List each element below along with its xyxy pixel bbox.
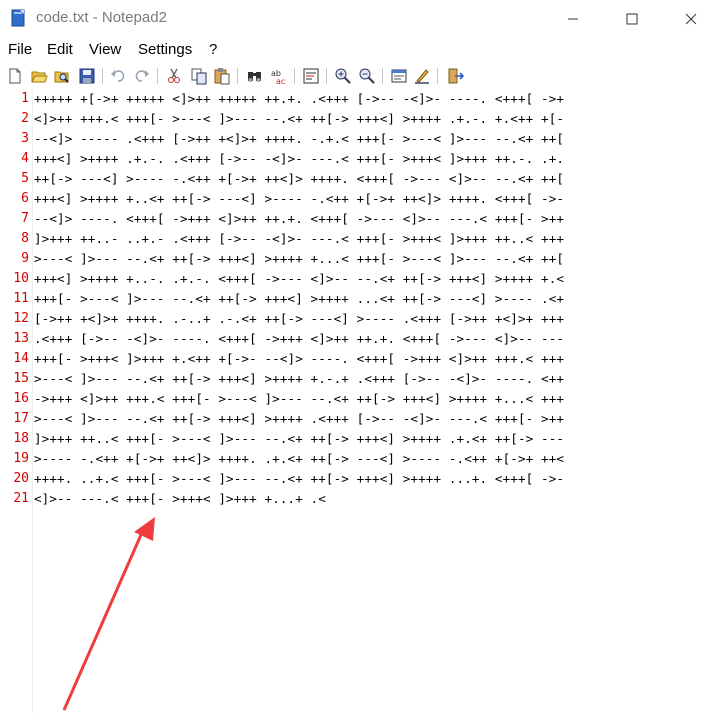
menu-edit[interactable]: Edit xyxy=(47,41,73,58)
line-number: 6 xyxy=(21,191,29,206)
line-number: 8 xyxy=(21,231,29,246)
scheme-icon[interactable] xyxy=(390,67,408,85)
line-number: 2 xyxy=(21,111,29,126)
maximize-icon xyxy=(626,13,638,25)
menu-file[interactable]: File xyxy=(8,41,32,58)
title-bar[interactable]: code.txt - Notepad2 xyxy=(0,0,722,38)
notepad-app-icon xyxy=(11,9,25,27)
code-line[interactable]: --<]> ----. <+++[ ->+++ <]>++ ++.+. <+++… xyxy=(34,211,564,226)
menu-settings[interactable]: Settings xyxy=(138,41,192,58)
undo-icon[interactable] xyxy=(109,67,127,85)
minimize-button[interactable] xyxy=(550,2,596,36)
code-line[interactable]: ]>+++ ++..- ..+.- .<+++ [->-- -<]>- ---.… xyxy=(34,231,564,246)
copy-icon[interactable] xyxy=(190,67,208,85)
replace-icon[interactable]: abac xyxy=(270,67,288,85)
line-number: 16 xyxy=(13,391,29,406)
line-number: 19 xyxy=(13,451,29,466)
word-wrap-icon[interactable] xyxy=(302,67,320,85)
menu-view[interactable]: View xyxy=(89,41,121,58)
line-number: 20 xyxy=(13,471,29,486)
redo-icon[interactable] xyxy=(133,67,151,85)
code-line[interactable]: +++++ +[->+ +++++ <]>++ +++++ ++.+. .<++… xyxy=(34,91,564,106)
code-line[interactable]: +++<] >++++ +..-. .+.-. <+++[ ->--- <]>-… xyxy=(34,271,564,286)
code-line[interactable]: ->+++ <]>++ +++.< +++[- >---< ]>--- --.<… xyxy=(34,391,564,406)
code-line[interactable]: [->++ +<]>+ ++++. .-..+ .-.<+ ++[-> ---<… xyxy=(34,311,564,326)
menu-bar: File Edit View Settings ? xyxy=(0,38,722,63)
line-number: 18 xyxy=(13,431,29,446)
maximize-button[interactable] xyxy=(609,2,655,36)
code-line[interactable]: >---< ]>--- --.<+ ++[-> +++<] >++++ +.-.… xyxy=(34,371,564,386)
code-line[interactable]: >---- -.<++ +[->+ ++<]> ++++. .+.<+ ++[-… xyxy=(34,451,564,466)
svg-text:ac: ac xyxy=(276,77,285,85)
line-number: 1 xyxy=(21,91,29,106)
minimize-icon xyxy=(568,18,578,20)
code-line[interactable]: ++[-> ---<] >---- -.<++ +[->+ ++<]> ++++… xyxy=(34,171,564,186)
line-number: 21 xyxy=(13,491,29,506)
save-icon[interactable] xyxy=(78,67,96,85)
close-button[interactable] xyxy=(668,2,714,36)
code-line[interactable]: +++<] >++++ +..<+ ++[-> ---<] >---- -.<+… xyxy=(34,191,564,206)
browse-icon[interactable] xyxy=(53,67,71,85)
code-line[interactable]: ]>+++ ++..< +++[- >---< ]>--- --.<+ ++[-… xyxy=(34,431,564,446)
code-line[interactable]: +++[- >---< ]>--- --.<+ ++[-> +++<] >+++… xyxy=(34,291,564,306)
line-number: 12 xyxy=(13,311,29,326)
line-number: 10 xyxy=(13,271,29,286)
line-number: 13 xyxy=(13,331,29,346)
zoom-out-icon[interactable] xyxy=(358,67,376,85)
exit-icon[interactable] xyxy=(446,67,464,85)
line-number: 15 xyxy=(13,371,29,386)
line-number: 5 xyxy=(21,171,29,186)
line-number: 17 xyxy=(13,411,29,426)
window-title: code.txt - Notepad2 xyxy=(36,9,167,26)
code-line[interactable]: >---< ]>--- --.<+ ++[-> +++<] >++++ +...… xyxy=(34,251,564,266)
code-line[interactable]: ++++. ..+.< +++[- >---< ]>--- --.<+ ++[-… xyxy=(34,471,564,486)
code-line[interactable]: <]>++ +++.< +++[- >---< ]>--- --.<+ ++[-… xyxy=(34,111,564,126)
zoom-in-icon[interactable] xyxy=(334,67,352,85)
line-number: 7 xyxy=(21,211,29,226)
open-folder-icon[interactable] xyxy=(30,67,48,85)
line-number: 9 xyxy=(21,251,29,266)
editor-area[interactable]: 1 2 3 4 5 6 7 8 9 10 11 12 13 14 15 16 1… xyxy=(0,89,722,714)
line-number: 3 xyxy=(21,131,29,146)
code-line[interactable]: >---< ]>--- --.<+ ++[-> +++<] >++++ .<++… xyxy=(34,411,564,426)
menu-help[interactable]: ? xyxy=(209,41,217,58)
code-line[interactable]: +++[- >+++< ]>+++ +.<++ +[->- --<]> ----… xyxy=(34,351,564,366)
code-line[interactable]: +++<] >++++ .+.-. .<+++ [->-- -<]>- ---.… xyxy=(34,151,564,166)
line-number-gutter: 1 2 3 4 5 6 7 8 9 10 11 12 13 14 15 16 1… xyxy=(0,89,33,714)
line-number: 4 xyxy=(21,151,29,166)
code-line[interactable]: --<]> ----- .<+++ [->++ +<]>+ ++++. -.+.… xyxy=(34,131,564,146)
code-line[interactable]: <]>-- ---.< +++[- >+++< ]>+++ +...+ .< xyxy=(34,491,326,506)
close-icon xyxy=(685,13,697,25)
line-number: 11 xyxy=(13,291,29,306)
customize-icon[interactable] xyxy=(413,67,431,85)
code-line[interactable]: .<+++ [->-- -<]>- ----. <+++[ ->+++ <]>+… xyxy=(34,331,564,346)
line-number: 14 xyxy=(13,351,29,366)
paste-icon[interactable] xyxy=(213,67,231,85)
cut-icon[interactable] xyxy=(165,67,183,85)
toolbar: ab ac xyxy=(0,63,722,89)
new-file-icon[interactable] xyxy=(6,67,24,85)
find-icon[interactable] xyxy=(246,67,264,85)
